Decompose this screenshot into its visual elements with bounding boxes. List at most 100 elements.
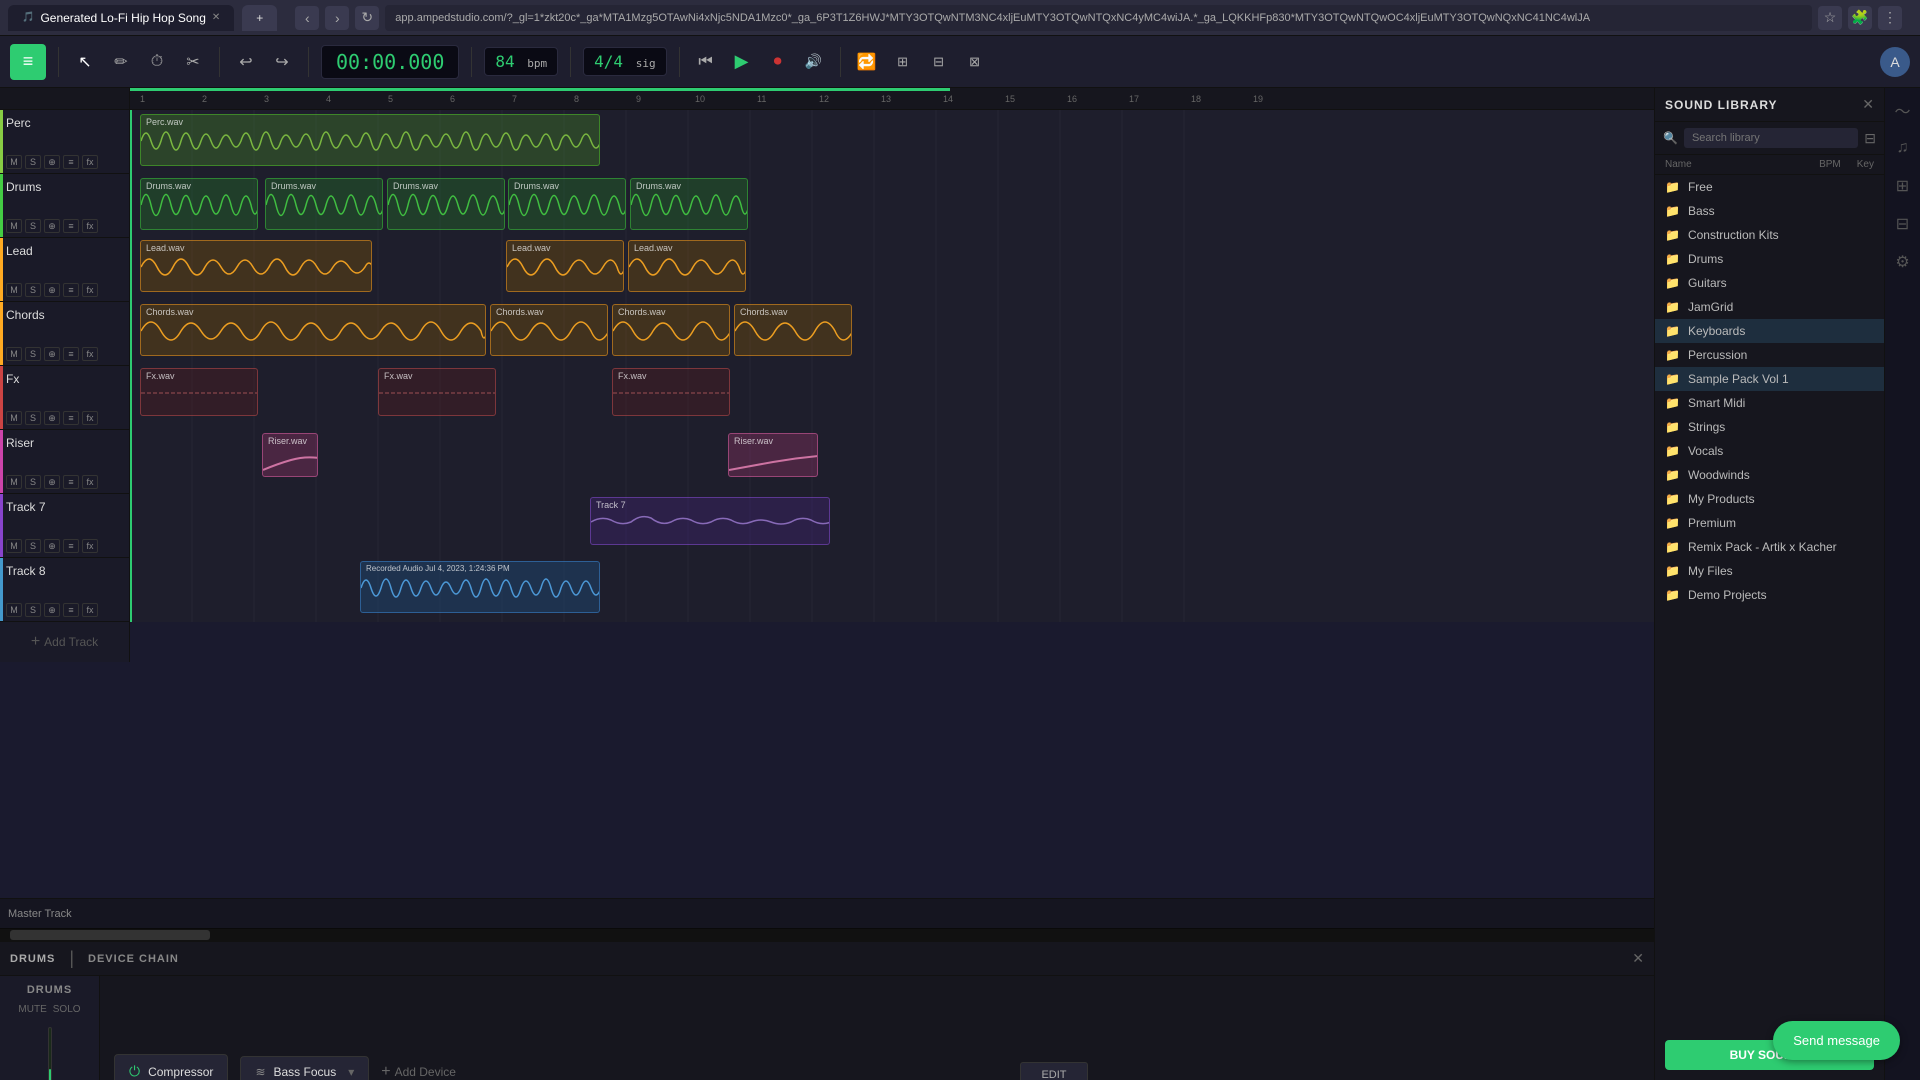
pan-chords[interactable]: ⊕ (44, 347, 60, 361)
library-item-13[interactable]: 📁My Products (1655, 487, 1884, 511)
waveform-lead-3[interactable]: Lead.wav (628, 240, 746, 292)
mute-chords[interactable]: M (6, 347, 22, 361)
sidebar-icon-mix[interactable]: ⊟ (1889, 210, 1917, 238)
vol-chords[interactable]: ≡ (63, 347, 79, 361)
library-item-2[interactable]: 📁Construction Kits (1655, 223, 1884, 247)
pan-track7[interactable]: ⊕ (44, 539, 60, 553)
library-item-1[interactable]: 📁Bass (1655, 199, 1884, 223)
device-compressor[interactable]: ⏻ Compressor (114, 1054, 228, 1080)
horizontal-scrollbar[interactable] (0, 928, 1654, 940)
rewind-button[interactable]: ⏮ (692, 48, 720, 76)
waveform-drums-4[interactable]: Drums.wav (508, 178, 626, 230)
vol-lead[interactable]: ≡ (63, 283, 79, 297)
library-item-0[interactable]: 📁Free (1655, 175, 1884, 199)
mute-drums[interactable]: M (6, 219, 22, 233)
waveform-track8[interactable]: Recorded Audio Jul 4, 2023, 1:24:36 PM (360, 561, 600, 613)
vol-drums[interactable]: ≡ (63, 219, 79, 233)
grid-button[interactable]: ⊠ (961, 48, 989, 76)
play-button[interactable]: ▶ (728, 48, 756, 76)
waveform-chords-2[interactable]: Chords.wav (490, 304, 608, 356)
url-bar[interactable] (385, 5, 1812, 31)
solo-perc[interactable]: S (25, 155, 41, 169)
waveform-drums-2[interactable]: Drums.wav (265, 178, 383, 230)
solo-chords[interactable]: S (25, 347, 41, 361)
timeline-ruler[interactable]: 1 2 3 4 5 6 7 8 9 10 11 12 13 14 15 16 1 (130, 88, 1654, 109)
waveform-drums-3[interactable]: Drums.wav (387, 178, 505, 230)
forward-button[interactable]: › (325, 6, 349, 30)
solo-fx[interactable]: S (25, 411, 41, 425)
waveform-chords-4[interactable]: Chords.wav (734, 304, 852, 356)
vol-track8[interactable]: ≡ (63, 603, 79, 617)
mute-track8[interactable]: M (6, 603, 22, 617)
record-button[interactable]: ⏺ (764, 48, 792, 76)
fx-fx[interactable]: fx (82, 411, 98, 425)
device-dropdown-arrow[interactable]: ▾ (348, 1065, 354, 1079)
user-avatar[interactable]: A (1880, 47, 1910, 77)
vol-riser[interactable]: ≡ (63, 475, 79, 489)
vol-perc[interactable]: ≡ (63, 155, 79, 169)
undo-button[interactable]: ↩ (232, 48, 260, 76)
refresh-button[interactable]: ↻ (355, 6, 379, 30)
tab-close-button[interactable]: ✕ (212, 12, 220, 23)
library-filter-icon[interactable]: ⊟ (1864, 130, 1876, 147)
new-tab-button[interactable]: + (242, 5, 277, 31)
scroll-thumb[interactable] (10, 930, 210, 940)
tracks-scroll-area[interactable]: Perc M S ⊕ ≡ fx Drums (0, 110, 1654, 898)
solo-lead[interactable]: S (25, 283, 41, 297)
library-item-5[interactable]: 📁JamGrid (1655, 295, 1884, 319)
volume-button[interactable]: 🔊 (800, 48, 828, 76)
active-tab[interactable]: 🎵 Generated Lo-Fi Hip Hop Song ✕ (8, 5, 234, 31)
device-chain-close-button[interactable]: ✕ (1632, 950, 1644, 967)
pan-fx[interactable]: ⊕ (44, 411, 60, 425)
solo-track8[interactable]: S (25, 603, 41, 617)
library-item-16[interactable]: 📁My Files (1655, 559, 1884, 583)
waveform-lead-1[interactable]: Lead.wav (140, 240, 372, 292)
library-item-17[interactable]: 📁Demo Projects (1655, 583, 1884, 607)
fx-lead[interactable]: fx (82, 283, 98, 297)
library-item-11[interactable]: 📁Vocals (1655, 439, 1884, 463)
add-device-button[interactable]: + Add Device (381, 1063, 456, 1080)
waveform-perc[interactable]: Perc.wav (140, 114, 600, 166)
sidebar-icon-piano[interactable]: ♫ (1889, 134, 1917, 162)
fx-track8[interactable]: fx (82, 603, 98, 617)
back-button[interactable]: ‹ (295, 6, 319, 30)
library-item-15[interactable]: 📁Remix Pack - Artik x Kacher (1655, 535, 1884, 559)
extensions-button[interactable]: 🧩 (1848, 6, 1872, 30)
fx-drums[interactable]: fx (82, 219, 98, 233)
mute-riser[interactable]: M (6, 475, 22, 489)
pan-track8[interactable]: ⊕ (44, 603, 60, 617)
solo-drums[interactable]: S (25, 219, 41, 233)
library-item-4[interactable]: 📁Guitars (1655, 271, 1884, 295)
settings-button[interactable]: ⋮ (1878, 6, 1902, 30)
library-item-6[interactable]: 📁Keyboards (1655, 319, 1884, 343)
waveform-fx-1[interactable]: Fx.wav (140, 368, 258, 416)
waveform-track7[interactable]: Track 7 (590, 497, 830, 545)
track-content-area[interactable]: Perc.wav Drums.wav Drums.wav (130, 110, 1654, 622)
scissors-tool-button[interactable]: ✂ (179, 48, 207, 76)
pan-drums[interactable]: ⊕ (44, 219, 60, 233)
library-item-10[interactable]: 📁Strings (1655, 415, 1884, 439)
waveform-fx-3[interactable]: Fx.wav (612, 368, 730, 416)
pan-riser[interactable]: ⊕ (44, 475, 60, 489)
add-track-button[interactable]: + Add Track (0, 622, 129, 662)
time-sig-display[interactable]: 4/4 sig (583, 47, 666, 76)
fx-track7[interactable]: fx (82, 539, 98, 553)
library-search-input[interactable] (1684, 128, 1858, 148)
solo-riser[interactable]: S (25, 475, 41, 489)
vol-track7[interactable]: ≡ (63, 539, 79, 553)
sidebar-icon-settings[interactable]: ⚙ (1889, 248, 1917, 276)
device-bass-focus[interactable]: ≋ Bass Focus ▾ (240, 1056, 369, 1080)
library-item-7[interactable]: 📁Percussion (1655, 343, 1884, 367)
pan-perc[interactable]: ⊕ (44, 155, 60, 169)
library-item-3[interactable]: 📁Drums (1655, 247, 1884, 271)
snap-button[interactable]: ⊟ (925, 48, 953, 76)
waveform-riser-2[interactable]: Riser.wav (728, 433, 818, 477)
mute-fx[interactable]: M (6, 411, 22, 425)
library-item-14[interactable]: 📁Premium (1655, 511, 1884, 535)
waveform-riser-1[interactable]: Riser.wav (262, 433, 318, 477)
cursor-tool-button[interactable]: ↖ (71, 48, 99, 76)
edit-device-button[interactable]: EDIT (1020, 1062, 1087, 1080)
waveform-lead-2[interactable]: Lead.wav (506, 240, 624, 292)
library-item-8[interactable]: 📁Sample Pack Vol 1 (1655, 367, 1884, 391)
waveform-chords-1[interactable]: Chords.wav (140, 304, 486, 356)
